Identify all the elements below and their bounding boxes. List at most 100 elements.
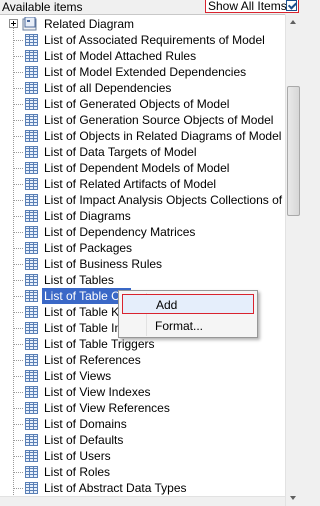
tree-branch-line <box>14 424 23 425</box>
tree-list-item[interactable]: List of Dependency Matrices <box>0 224 285 240</box>
scroll-down-arrow-icon[interactable] <box>286 490 301 506</box>
list-grid-icon <box>25 354 38 366</box>
tree-branch-line <box>14 184 23 185</box>
header: Available items Show All Items <box>0 0 301 14</box>
list-grid-icon <box>25 82 38 94</box>
tree-branch-line <box>14 200 23 201</box>
tree-list-item[interactable]: List of Data Targets of Model <box>0 144 285 160</box>
scrollbar-thumb[interactable] <box>287 86 300 216</box>
list-grid-icon <box>25 194 38 206</box>
list-grid-icon <box>25 402 38 414</box>
tree-branch-line <box>14 408 23 409</box>
show-all-items-toggle[interactable]: Show All Items <box>205 0 299 13</box>
tree-list-item[interactable]: List of Generated Objects of Model <box>0 96 285 112</box>
tree-branch-line <box>14 456 23 457</box>
list-grid-icon <box>25 450 38 462</box>
tree-rows: Related Diagram List of Associated Requi… <box>0 16 301 496</box>
tree-list-item[interactable]: List of Dependent Models of Model <box>0 160 285 176</box>
scroll-up-arrow-icon[interactable] <box>286 14 301 30</box>
menu-item-format[interactable]: Format... <box>122 316 254 336</box>
show-all-items-checkbox[interactable] <box>286 0 297 11</box>
list-grid-icon <box>25 114 38 126</box>
tree-list-item[interactable]: List of View References <box>0 400 285 416</box>
list-grid-icon <box>25 338 38 350</box>
tree-list-item[interactable]: List of Defaults <box>0 432 285 448</box>
tree-list-item-label: List of Related Artifacts of Model <box>44 177 217 191</box>
tree-list-item-label: List of Impact Analysis Objects Collecti… <box>44 193 301 207</box>
tree-list-item-label: List of Dependent Models of Model <box>44 161 230 175</box>
available-items-tree[interactable]: Related Diagram List of Associated Requi… <box>0 14 301 506</box>
list-grid-icon <box>25 434 38 446</box>
tree-branch-line <box>14 120 23 121</box>
tree-list-item[interactable]: List of Objects in Related Diagrams of M… <box>0 128 285 144</box>
tree-list-item-label: List of Table Ind <box>44 321 128 335</box>
tree-branch-line <box>14 328 23 329</box>
list-grid-icon <box>25 322 38 334</box>
menu-item-add[interactable]: Add <box>122 294 254 314</box>
tree-list-item[interactable]: List of Abstract Data Types <box>0 480 285 496</box>
menu-item-add-label: Add <box>156 298 178 312</box>
tree-list-item-label: List of Packages <box>44 241 133 255</box>
tree-list-item-label: List of Defaults <box>44 433 124 447</box>
available-items-title: Available items <box>2 0 83 14</box>
diagram-folder-icon <box>22 17 37 31</box>
tree-list-item[interactable]: List of Associated Requirements of Model <box>0 32 285 48</box>
tree-list-item[interactable]: List of Generation Source Objects of Mod… <box>0 112 285 128</box>
tree-branch-line <box>14 40 23 41</box>
tree-branch-line <box>14 280 23 281</box>
vertical-scrollbar[interactable] <box>285 14 301 506</box>
tree-list-item[interactable]: List of View Indexes <box>0 384 285 400</box>
tree-list-item[interactable]: List of Views <box>0 368 285 384</box>
tree-root-item[interactable]: Related Diagram <box>0 16 285 32</box>
tree-list-item[interactable]: List of Table Triggers <box>0 336 285 352</box>
tree-list-item-label: List of Generation Source Objects of Mod… <box>44 113 274 127</box>
tree-branch-line <box>14 152 23 153</box>
tree-branch-line <box>14 72 23 73</box>
list-grid-icon <box>25 290 38 302</box>
list-grid-icon <box>25 210 38 222</box>
list-grid-icon <box>25 34 38 46</box>
tree-list-item[interactable]: List of Business Rules <box>0 256 285 272</box>
tree-branch-line <box>14 392 23 393</box>
tree-list-item[interactable]: List of Diagrams <box>0 208 285 224</box>
tree-list-item-label: List of Table Triggers <box>44 337 155 351</box>
tree-branch-line <box>14 216 23 217</box>
list-grid-icon <box>25 162 38 174</box>
tree-list-item[interactable]: List of Domains <box>0 416 285 432</box>
list-grid-icon <box>25 258 38 270</box>
tree-list-item[interactable]: List of Tables <box>0 272 285 288</box>
tree-list-item[interactable]: List of Users <box>0 448 285 464</box>
tree-branch-line <box>14 344 23 345</box>
list-grid-icon <box>25 386 38 398</box>
tree-list-item[interactable]: List of References <box>0 352 285 368</box>
list-grid-icon <box>25 370 38 382</box>
tree-branch-line <box>14 264 23 265</box>
tree-list-item[interactable]: List of all Dependencies <box>0 80 285 96</box>
horizontal-scrollbar[interactable] <box>0 496 285 506</box>
list-grid-icon <box>25 306 38 318</box>
tree-branch-line <box>14 232 23 233</box>
tree-list-item-label: List of Dependency Matrices <box>44 225 196 239</box>
tree-branch-line <box>14 104 23 105</box>
tree-list-item[interactable]: List of Related Artifacts of Model <box>0 176 285 192</box>
tree-list-item[interactable]: List of Model Attached Rules <box>0 48 285 64</box>
tree-list-item-label: List of Objects in Related Diagrams of M… <box>44 129 282 143</box>
tree-list-item[interactable]: List of Packages <box>0 240 285 256</box>
expand-icon[interactable] <box>9 19 18 28</box>
list-grid-icon <box>25 482 38 494</box>
tree-branch-line <box>14 88 23 89</box>
tree-branch-line <box>14 376 23 377</box>
list-grid-icon <box>25 146 38 158</box>
tree-branch-line <box>14 312 23 313</box>
tree-list-item-label: List of Business Rules <box>44 257 163 271</box>
tree-list-item[interactable]: List of Roles <box>0 464 285 480</box>
tree-list-item-label: List of Generated Objects of Model <box>44 97 230 111</box>
tree-branch-line <box>14 360 23 361</box>
tree-list-item[interactable]: List of Impact Analysis Objects Collecti… <box>0 192 301 208</box>
tree-list-item[interactable]: List of Model Extended Dependencies <box>0 64 285 80</box>
list-grid-icon <box>25 66 38 78</box>
tree-branch-line <box>14 136 23 137</box>
tree-list-item-label: List of Tables <box>44 273 114 287</box>
menu-item-format-label: Format... <box>155 319 204 333</box>
tree-list-item-label: List of Model Extended Dependencies <box>44 65 247 79</box>
